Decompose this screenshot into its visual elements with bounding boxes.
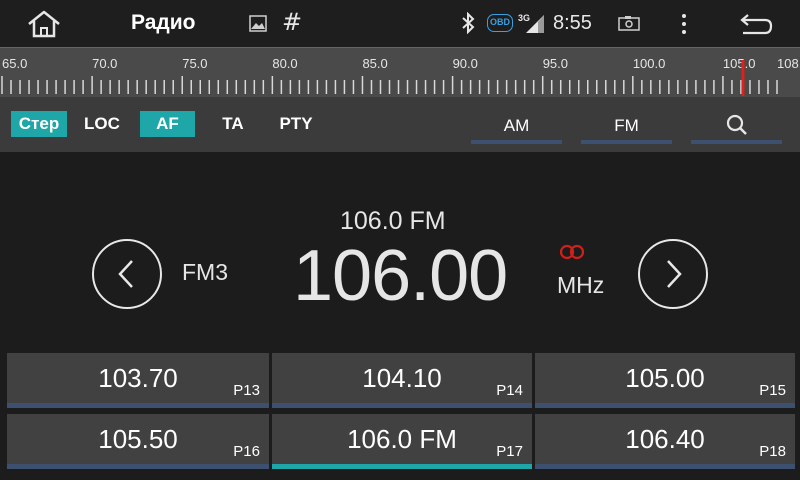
current-frequency-marker[interactable] — [741, 60, 745, 96]
frequency-unit: MHz — [557, 272, 605, 298]
preset-frequency: 104.10 — [362, 363, 442, 393]
camera-icon[interactable] — [618, 15, 640, 31]
preset-number: P16 — [233, 443, 260, 460]
home-icon[interactable] — [26, 9, 62, 39]
frequency-scale[interactable]: 65.0 70.0 75.0 80.0 85.0 90.0 95.0 100.0 105.0 10… — [0, 47, 800, 97]
status-bar: Радио # OBD 3G 8:55 — [0, 0, 800, 47]
stereo-toggle-button[interactable]: Стер — [11, 111, 67, 137]
seek-next-button[interactable] — [638, 239, 708, 309]
scale-label: 85.0 — [362, 56, 387, 71]
am-band-button[interactable]: AM — [471, 108, 562, 144]
preset-number: P18 — [759, 443, 786, 460]
stereo-indicator-icon — [559, 244, 585, 260]
station-name: 106.0 FM — [340, 207, 446, 235]
network-type-label: 3G — [518, 13, 530, 23]
search-icon — [726, 114, 747, 135]
preset-number: P15 — [759, 382, 786, 399]
scale-label: 70.0 — [92, 56, 117, 71]
scale-label: 80.0 — [272, 56, 297, 71]
preset-button[interactable]: 105.50 P16 — [7, 414, 269, 469]
signal-icon: 3G — [518, 13, 544, 33]
gallery-icon — [249, 15, 267, 32]
scale-label: 75.0 — [182, 56, 207, 71]
search-button[interactable] — [691, 108, 782, 144]
preset-frequency: 105.00 — [625, 363, 705, 393]
preset-button[interactable]: 106.40 P18 — [535, 414, 795, 469]
preset-button[interactable]: 103.70 P13 — [7, 353, 269, 408]
preset-button[interactable]: 104.10 P14 — [272, 353, 532, 408]
loc-toggle-button[interactable]: LOC — [78, 111, 126, 137]
scale-label: 105.0 — [723, 56, 756, 71]
af-toggle-button[interactable]: AF — [140, 111, 195, 137]
preset-number: P17 — [496, 443, 523, 460]
hash-icon: # — [282, 8, 303, 36]
scale-label: 108.0 — [777, 56, 800, 71]
preset-button[interactable]: 105.00 P15 — [535, 353, 795, 408]
preset-number: P14 — [496, 382, 523, 399]
preset-frequency: 106.0 FM — [347, 424, 457, 454]
frequency-scale-ruler[interactable]: 65.0 70.0 75.0 80.0 85.0 90.0 95.0 100.0 105.0 10… — [0, 48, 800, 98]
pty-toggle-button[interactable]: PTY — [270, 111, 322, 137]
band-label: FM3 — [182, 259, 228, 285]
scale-label: 65.0 — [2, 56, 27, 71]
preset-frequency: 103.70 — [98, 363, 178, 393]
fm-band-button[interactable]: FM — [581, 108, 672, 144]
current-frequency: 106.00 — [293, 236, 508, 316]
more-vertical-icon[interactable] — [676, 12, 692, 36]
bluetooth-icon — [462, 12, 475, 34]
ta-toggle-button[interactable]: TA — [212, 111, 254, 137]
clock: 8:55 — [553, 12, 592, 34]
preset-button-active[interactable]: 106.0 FM P17 — [272, 414, 532, 469]
back-icon[interactable] — [739, 13, 773, 35]
preset-frequency: 106.40 — [625, 424, 705, 454]
scale-label: 100.0 — [633, 56, 666, 71]
scale-label: 90.0 — [453, 56, 478, 71]
scale-label: 95.0 — [543, 56, 568, 71]
seek-prev-button[interactable] — [92, 239, 162, 309]
app-title: Радио — [131, 11, 196, 34]
obd-icon: OBD — [487, 14, 513, 32]
preset-number: P13 — [233, 382, 260, 399]
preset-frequency: 105.50 — [98, 424, 178, 454]
chevron-left-icon — [118, 260, 133, 288]
chevron-right-icon — [667, 260, 682, 288]
